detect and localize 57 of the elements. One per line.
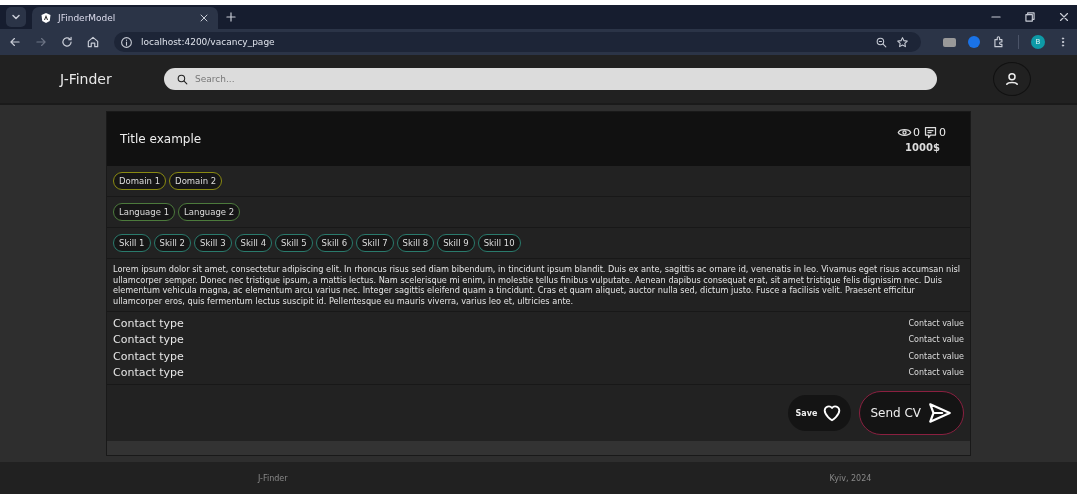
skill-tag: Skill 2: [153, 234, 192, 252]
skill-tag: Skill 8: [396, 234, 435, 252]
home-icon[interactable]: [86, 35, 100, 49]
url-text: localhost:4200/vacancy_page: [141, 37, 275, 47]
contact-value: Contact value: [908, 351, 964, 361]
puzzle-icon[interactable]: [992, 35, 1006, 49]
send-cv-button[interactable]: Send CV: [859, 391, 964, 435]
skill-tag: Skill 5: [275, 234, 313, 252]
site-logo[interactable]: J-Finder: [60, 71, 164, 87]
contact-value: Contact value: [908, 368, 964, 378]
address-bar[interactable]: localhost:4200/vacancy_page: [114, 32, 921, 52]
close-icon[interactable]: [198, 12, 210, 24]
new-tab-icon[interactable]: [224, 10, 238, 24]
description-text: Lorem ipsum dolor sit amet, consectetur adipiscing elit. In rhoncus risus sed diam bibendum, in tincidunt ipsum blandit. Duis ex ante, sagittis ac ornare id, venenatis in leo. Vivamus eget risus accumsan nisl ullamcorper semper. Donec nec tristique ipsum, a mattis lectus. Nam scelerisque mi enim, in molestie tellus finibus vulputate. Aenean dapibus consequat erat, sit amet tristique felis dignissim nec. Duis elementum vehicula magna, ac elementum arcu varius nec. Integer sagittis eleifend quam a tincidunt. Cras et quam aliquet, auctor nulla sed, dictum justo. Fusce a facilisis velit. Praesent efficitur ullamcorper eros, quis fermentum lectus suscipit id. Pellentesque eu mauris viverra, varius leo et, ultricies ante.: [113, 264, 962, 306]
language-tag: Language 2: [178, 203, 241, 221]
send-icon: [927, 400, 953, 426]
contact-value: Contact value: [908, 335, 964, 345]
skill-tag: Skill 1: [113, 234, 151, 252]
tab-list-icon[interactable]: [6, 7, 26, 27]
comments-count: 0: [939, 126, 946, 139]
domain-tag: Domain 2: [169, 172, 223, 190]
comment-icon: [923, 125, 938, 140]
skill-tag: Skill 4: [234, 234, 273, 252]
contact-type: Contact type: [113, 349, 184, 363]
footer-text: Kyiv, 2024: [829, 473, 872, 483]
contact-type: Contact type: [113, 316, 184, 330]
skill-tag: Skill 10: [477, 234, 521, 252]
skill-tag: Skill 6: [315, 234, 354, 252]
salary-text: 1000$: [905, 142, 940, 153]
vacancy-title: Title example: [120, 132, 202, 146]
contact-value: Contact value: [908, 318, 964, 328]
contact-type: Contact type: [113, 333, 184, 347]
views-count: 0: [913, 126, 920, 139]
extension-icon[interactable]: [968, 36, 980, 48]
forward-icon[interactable]: [34, 35, 48, 49]
domain-tag: Domain 1: [113, 172, 167, 190]
app-logo-icon: [40, 12, 52, 24]
zoom-icon[interactable]: [875, 35, 888, 49]
back-icon[interactable]: [8, 35, 22, 49]
extension-icon[interactable]: [943, 37, 956, 47]
search-field[interactable]: Search...: [164, 68, 937, 90]
search-icon: [176, 73, 189, 86]
tab-title: JFinderModel: [58, 13, 117, 23]
skill-tag: Skill 7: [356, 234, 394, 252]
reload-icon[interactable]: [60, 35, 74, 49]
info-icon[interactable]: [120, 35, 133, 49]
bookmark-star-icon[interactable]: [896, 35, 909, 49]
skill-tag: Skill 9: [437, 234, 475, 252]
language-tag: Language 1: [113, 203, 176, 221]
footer-text: J-Finder: [258, 473, 288, 483]
contact-type: Contact type: [113, 366, 184, 380]
restore-icon[interactable]: [1023, 10, 1037, 24]
close-icon[interactable]: [1057, 10, 1071, 24]
browser-tab[interactable]: JFinderModel: [32, 7, 218, 29]
user-icon: [1003, 70, 1021, 88]
save-button[interactable]: Save: [787, 395, 852, 431]
skill-tag: Skill 3: [194, 234, 232, 252]
